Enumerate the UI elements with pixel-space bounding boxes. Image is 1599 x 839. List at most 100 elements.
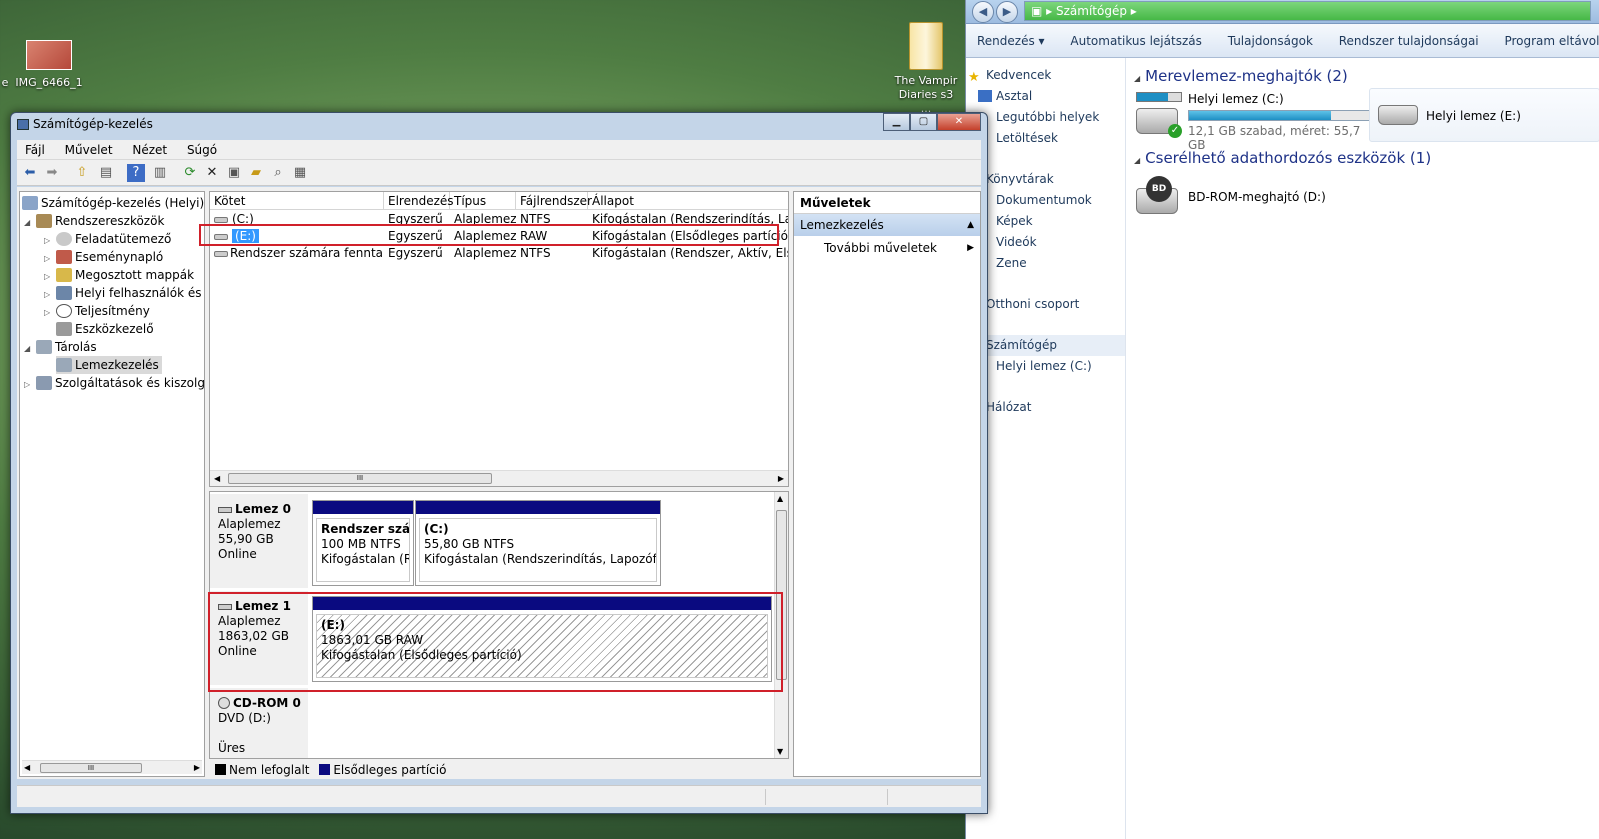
nav-network[interactable]: Hálózat bbox=[966, 397, 1125, 418]
nav-desktop[interactable]: Asztal bbox=[966, 86, 1125, 107]
tree-task-scheduler[interactable]: ▷ Feladatütemező bbox=[44, 230, 171, 248]
tree-performance[interactable]: ▷ Teljesítmény bbox=[44, 302, 150, 320]
actions-section-disk-management[interactable]: Lemezkezelés ▲ bbox=[794, 214, 980, 236]
tree-event-viewer[interactable]: ▷ Eseménynapló bbox=[44, 248, 163, 266]
more-actions-label: További műveletek bbox=[824, 241, 938, 255]
group-header-hdd[interactable]: ◢ Merevlemez-meghajtók (2) bbox=[1126, 64, 1599, 88]
computer-icon: ▣ ▸ bbox=[1031, 4, 1056, 18]
drive-e[interactable]: Helyi lemez (E:) bbox=[1369, 88, 1599, 142]
properties-icon[interactable]: ▣ bbox=[225, 164, 243, 182]
scroll-left-icon[interactable]: ◀ bbox=[24, 761, 30, 774]
up-folder-icon[interactable]: ⇧ bbox=[73, 164, 91, 182]
desktop-icon-partial[interactable]: e bbox=[0, 76, 10, 90]
collapse-up-icon[interactable]: ▲ bbox=[967, 214, 974, 236]
cell-layout: Egyszerű bbox=[388, 246, 443, 260]
col-header-status[interactable]: Állapot bbox=[588, 192, 788, 210]
autoplay-button[interactable]: Automatikus lejátszás bbox=[1059, 24, 1212, 57]
col-header-volume[interactable]: Kötet bbox=[210, 192, 384, 210]
volume-list-horizontal-scrollbar[interactable]: ◀ III ▶ bbox=[210, 470, 788, 486]
group-header-removable[interactable]: ◢ Cserélhető adathordozós eszközök (1) bbox=[1126, 146, 1431, 170]
tree-device-manager[interactable]: Eszközkezelő bbox=[56, 320, 154, 338]
tree-root[interactable]: Számítógép-kezelés (Helyi) bbox=[22, 194, 204, 212]
tree-disk-management[interactable]: Lemezkezelés bbox=[56, 356, 162, 374]
scroll-right-icon[interactable]: ▶ bbox=[194, 761, 200, 774]
nav-local-disk-c[interactable]: Helyi lemez (C:) bbox=[966, 356, 1125, 377]
help-icon[interactable]: ? bbox=[127, 164, 145, 182]
settings-icon[interactable]: ▦ bbox=[291, 164, 309, 182]
forward-button[interactable]: ▶ bbox=[996, 1, 1018, 23]
nav-computer[interactable]: Számítógép bbox=[966, 335, 1125, 356]
maximize-button[interactable]: ▢ bbox=[910, 113, 937, 131]
col-header-type[interactable]: Típus bbox=[450, 192, 516, 210]
scroll-right-icon[interactable]: ▶ bbox=[778, 471, 784, 486]
table-row[interactable]: Rendszer számára fenntartott Egyszerű Al… bbox=[210, 245, 788, 262]
uninstall-program-button[interactable]: Program eltávolítása v bbox=[1493, 24, 1599, 57]
image-file-icon bbox=[26, 40, 72, 70]
event-log-icon bbox=[56, 250, 72, 264]
volume-drive-icon bbox=[214, 251, 228, 257]
properties-button[interactable]: Tulajdonságok bbox=[1217, 24, 1324, 57]
device-manager-icon bbox=[56, 322, 72, 336]
scroll-up-icon[interactable]: ▲ bbox=[777, 494, 783, 503]
drive-bd[interactable]: BD BD-ROM-meghajtó (D:) bbox=[1136, 174, 1376, 224]
nav-homegroup[interactable]: Otthoni csoport bbox=[966, 294, 1125, 315]
more-actions-item[interactable]: További műveletek ▶ bbox=[794, 236, 980, 260]
delete-icon[interactable]: ✕ bbox=[203, 164, 221, 182]
menu-bar: Fájl Művelet Nézet Súgó bbox=[17, 140, 981, 160]
storage-icon bbox=[36, 340, 52, 354]
show-action-pane-icon[interactable]: ▥ bbox=[151, 164, 169, 182]
nav-videos[interactable]: Videók bbox=[966, 232, 1125, 253]
show-tree-icon[interactable]: ▤ bbox=[97, 164, 115, 182]
scroll-down-icon[interactable]: ▼ bbox=[777, 747, 783, 756]
system-properties-button[interactable]: Rendszer tulajdonságai bbox=[1328, 24, 1490, 57]
drive-c[interactable]: ✓ Helyi lemez (C:) 12,1 GB szabad, méret… bbox=[1136, 90, 1376, 152]
nav-downloads[interactable]: Letöltések bbox=[966, 128, 1125, 149]
menu-action[interactable]: Művelet bbox=[57, 140, 121, 160]
actions-section-label: Lemezkezelés bbox=[800, 218, 884, 232]
forward-arrow-icon[interactable]: ➡ bbox=[43, 164, 61, 182]
nav-music[interactable]: Zene bbox=[966, 253, 1125, 274]
scroll-thumb[interactable]: III bbox=[40, 763, 142, 773]
tree-shared-folders[interactable]: ▷ Megosztott mappák bbox=[44, 266, 194, 284]
nav-favorites[interactable]: ★ Kedvencek bbox=[966, 65, 1125, 86]
nav-libraries[interactable]: Könyvtárak bbox=[966, 169, 1125, 190]
cdrom-0-label[interactable]: CD-ROM 0 DVD (D:) Üres bbox=[210, 688, 308, 758]
find-icon[interactable]: ⌕ bbox=[269, 164, 287, 182]
expanded-arrow-icon: ◢ bbox=[24, 218, 31, 227]
partition-system-reserved[interactable]: Rendszer számá 100 MB NTFS Kifogástalan … bbox=[312, 500, 414, 586]
organize-button[interactable]: Rendezés ▾ bbox=[966, 24, 1056, 57]
app-icon bbox=[17, 119, 29, 130]
tree-horizontal-scrollbar[interactable]: ◀ III ▶ bbox=[22, 760, 202, 774]
desktop-icon-folder[interactable]: The Vampir Diaries s3 ... bbox=[893, 22, 959, 116]
tree-system-tools[interactable]: ◢ Rendszereszközök bbox=[24, 212, 164, 230]
address-bar[interactable]: ▣ ▸ Számítógép ▸ bbox=[1024, 1, 1591, 21]
tree-services-label: Szolgáltatások és kiszolgáló bbox=[55, 376, 205, 390]
desktop-icon-image[interactable]: IMG_6466_1 bbox=[14, 40, 84, 90]
drive-c-name: Helyi lemez (C:) bbox=[1188, 92, 1284, 106]
partition-c[interactable]: (C:) 55,80 GB NTFS Kifogástalan (Rendsze… bbox=[415, 500, 661, 586]
col-header-layout[interactable]: Elrendezés bbox=[384, 192, 454, 210]
scroll-thumb[interactable]: III bbox=[228, 473, 492, 484]
partition-body: Rendszer számá 100 MB NTFS Kifogástalan … bbox=[316, 518, 410, 582]
back-arrow-icon[interactable]: ⬅ bbox=[21, 164, 39, 182]
tree-storage[interactable]: ◢ Tárolás bbox=[24, 338, 97, 356]
menu-file[interactable]: Fájl bbox=[17, 140, 53, 160]
disk-0-label[interactable]: Lemez 0 Alaplemez 55,90 GB Online bbox=[210, 494, 308, 588]
menu-view[interactable]: Nézet bbox=[124, 140, 175, 160]
scroll-left-icon[interactable]: ◀ bbox=[214, 471, 220, 486]
back-button[interactable]: ◀ bbox=[972, 1, 994, 23]
title-bar[interactable]: Számítógép-kezelés ▁ ▢ ✕ bbox=[11, 113, 987, 139]
tree-services[interactable]: ▷ Szolgáltatások és kiszolgáló bbox=[24, 374, 205, 392]
open-folder-icon[interactable]: ▰ bbox=[247, 164, 265, 182]
nav-recent[interactable]: Legutóbbi helyek bbox=[966, 107, 1125, 128]
nav-documents[interactable]: Dokumentumok bbox=[966, 190, 1125, 211]
tree-storage-label: Tárolás bbox=[55, 340, 97, 354]
minimize-button[interactable]: ▁ bbox=[883, 113, 910, 131]
close-button[interactable]: ✕ bbox=[937, 113, 981, 131]
refresh-icon[interactable]: ⟳ bbox=[181, 164, 199, 182]
col-header-filesystem[interactable]: Fájlrendszer bbox=[516, 192, 592, 210]
tree-local-users[interactable]: ▷ Helyi felhasználók és cs bbox=[44, 284, 204, 302]
folder-icon bbox=[909, 22, 943, 70]
menu-help[interactable]: Súgó bbox=[179, 140, 225, 160]
nav-pictures[interactable]: Képek bbox=[966, 211, 1125, 232]
